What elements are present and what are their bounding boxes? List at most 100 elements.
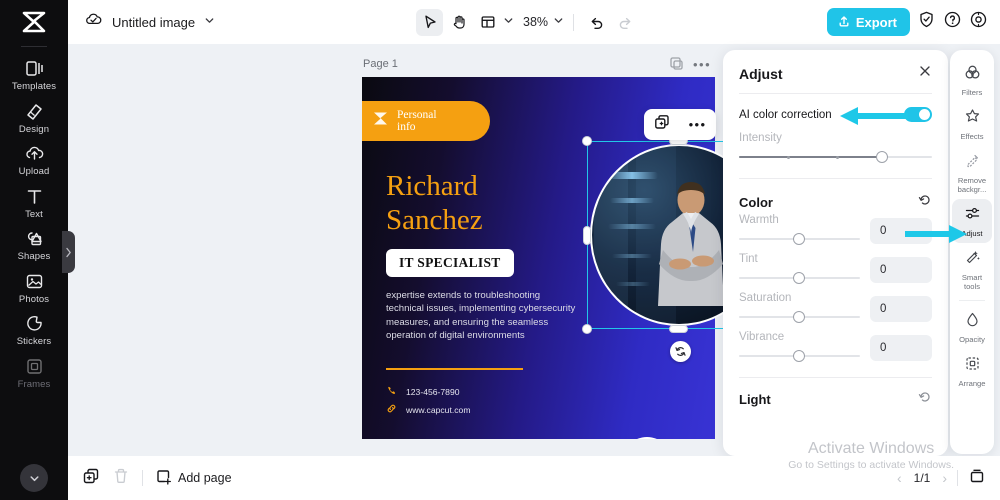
rail-item-label: Smart tools	[961, 273, 983, 291]
sidebar-item-templates[interactable]: Templates	[0, 53, 68, 96]
duplicate-layer-icon[interactable]	[654, 114, 670, 135]
undo-button[interactable]	[583, 9, 610, 36]
tint-value[interactable]: 0	[870, 257, 932, 283]
warmth-slider[interactable]	[739, 232, 860, 246]
document-title[interactable]: Untitled image	[112, 15, 195, 30]
tint-slider-knob[interactable]	[793, 272, 806, 284]
sidebar-item-text[interactable]: Text	[0, 181, 68, 224]
ai-color-correction-row: AI color correction	[723, 94, 948, 126]
chevron-down-icon[interactable]	[553, 13, 564, 31]
redo-button[interactable]	[612, 9, 639, 36]
sidebar-item-label: Photos	[18, 293, 50, 305]
vibrance-slider-group: Vibrance	[739, 331, 860, 363]
capcut-logo-icon[interactable]	[0, 0, 68, 44]
adjust-panel-header: Adjust	[723, 50, 948, 93]
sidebar-item-design[interactable]: Design	[0, 96, 68, 139]
gear-icon[interactable]	[969, 10, 988, 34]
chevron-left-icon[interactable]: ‹	[897, 470, 902, 486]
design-name-line-1[interactable]: Richard	[386, 170, 478, 203]
arrow-pointing-left-to-ai-toggle	[840, 107, 908, 125]
reset-icon[interactable]	[918, 193, 932, 212]
rail-item-arrange[interactable]: Arrange	[952, 349, 992, 393]
resize-handle-bottom-left[interactable]	[582, 324, 592, 334]
intensity-slider[interactable]	[739, 150, 932, 164]
duplicate-page-icon[interactable]	[82, 467, 100, 490]
layout-tool-button[interactable]	[474, 9, 501, 36]
topbar-right-group: Export	[826, 8, 988, 36]
question-circle-icon[interactable]	[943, 10, 962, 34]
shield-check-icon[interactable]	[917, 10, 936, 34]
tint-label: Tint	[739, 253, 758, 265]
tint-slider[interactable]	[739, 271, 860, 285]
sidebar-item-frames[interactable]: Frames	[0, 351, 68, 394]
resize-handle-bottom-center[interactable]	[669, 325, 688, 333]
resize-handle-top-left[interactable]	[582, 136, 592, 146]
more-horizontal-icon[interactable]: •••	[689, 117, 707, 132]
collapse-sidebar-handle[interactable]	[62, 231, 75, 273]
slider-track-fill	[739, 156, 886, 158]
resize-handle-middle-left[interactable]	[583, 226, 591, 245]
sidebar-item-label: Stickers	[16, 336, 52, 347]
design-bio-text[interactable]: expertise extends to troubleshooting tec…	[386, 289, 576, 343]
close-icon[interactable]	[918, 64, 932, 83]
design-contact-phone[interactable]: 123-456-7890	[386, 385, 460, 398]
toolbar-divider	[573, 13, 575, 31]
capcut-mark-icon	[372, 111, 389, 131]
intensity-label: Intensity	[739, 132, 782, 144]
sidebar-item-stickers[interactable]: Stickers	[0, 308, 68, 351]
more-horizontal-icon[interactable]: •••	[693, 57, 711, 72]
rail-item-opacity[interactable]: Opacity	[952, 305, 992, 349]
left-sidebar: Templates Design Upload Text Shapes Phot…	[0, 0, 68, 500]
cloud-check-icon[interactable]	[84, 10, 103, 34]
vibrance-label: Vibrance	[739, 331, 785, 343]
rail-item-effects[interactable]: Effects	[952, 102, 992, 146]
reset-icon[interactable]	[918, 390, 932, 409]
chevron-right-icon[interactable]: ›	[942, 470, 947, 486]
design-icon	[24, 101, 45, 122]
design-role-badge[interactable]: IT SPECIALIST	[386, 249, 514, 277]
rotate-handle[interactable]	[670, 341, 691, 362]
rail-item-smart-tools[interactable]: Smart tools	[952, 243, 992, 296]
design-contact-website[interactable]: www.capcut.com	[386, 403, 470, 416]
sidebar-item-upload[interactable]: Upload	[0, 138, 68, 181]
rail-item-filters[interactable]: Filters	[952, 58, 992, 102]
pages-panel-icon[interactable]	[968, 467, 986, 490]
rail-item-label: Effects	[960, 132, 984, 141]
sidebar-item-label: Design	[18, 123, 50, 135]
export-button[interactable]: Export	[826, 8, 910, 36]
badge-line-1: Personal	[397, 109, 437, 121]
personal-info-badge[interactable]: Personal info	[362, 101, 490, 141]
add-page-button[interactable]: Add page	[155, 468, 232, 488]
adjust-panel: Adjust AI color correction Intensity Col…	[723, 50, 948, 456]
sidebar-item-shapes[interactable]: Shapes	[0, 223, 68, 266]
chevron-down-icon[interactable]	[204, 13, 215, 31]
saturation-slider[interactable]	[739, 310, 860, 324]
ai-color-correction-label: AI color correction	[739, 108, 832, 121]
toolbar-divider	[957, 470, 958, 486]
zoom-level-value[interactable]: 38%	[516, 15, 551, 29]
rail-item-remove-background[interactable]: Remove backgr...	[952, 146, 992, 199]
saturation-label: Saturation	[739, 292, 792, 304]
element-float-toolbar: •••	[644, 109, 716, 140]
design-name-line-2[interactable]: Sanchez	[386, 204, 483, 237]
hand-tool-button[interactable]	[445, 9, 472, 36]
intensity-slider-knob[interactable]	[876, 151, 889, 163]
sidebar-item-label: Text	[25, 208, 43, 220]
page-label: Page 1	[363, 58, 398, 70]
trash-icon[interactable]	[112, 467, 130, 490]
saturation-value[interactable]: 0	[870, 296, 932, 322]
adjust-panel-title: Adjust	[739, 65, 783, 82]
select-tool-button[interactable]	[416, 8, 443, 36]
vibrance-slider-knob[interactable]	[793, 350, 806, 362]
vibrance-value[interactable]: 0	[870, 335, 932, 361]
vibrance-slider[interactable]	[739, 349, 860, 363]
rail-item-label: Opacity	[959, 335, 985, 344]
duplicate-page-icon[interactable]	[669, 56, 684, 76]
sidebar-scroll-down-button[interactable]	[20, 464, 48, 492]
warmth-slider-knob[interactable]	[793, 233, 806, 245]
effects-star-icon	[964, 108, 981, 130]
sidebar-item-photos[interactable]: Photos	[0, 266, 68, 309]
saturation-slider-knob[interactable]	[793, 311, 806, 323]
chevron-down-icon[interactable]	[503, 13, 514, 31]
rail-item-label: Filters	[961, 88, 983, 97]
